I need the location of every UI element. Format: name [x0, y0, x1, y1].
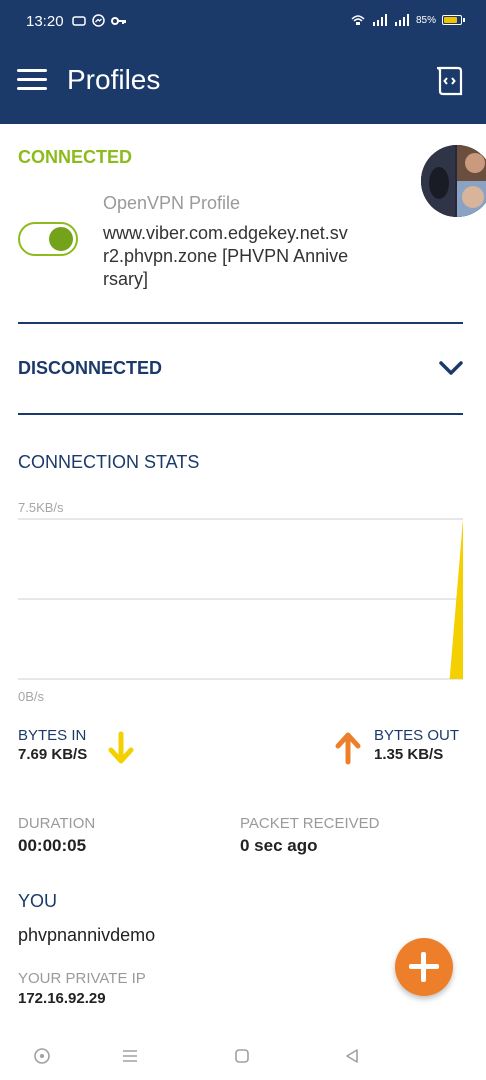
status-time: 13:20 [26, 13, 64, 30]
home-nav-icon[interactable] [232, 1046, 252, 1066]
connection-stats-heading: CONNECTION STATS [18, 452, 200, 472]
assistant-icon[interactable] [32, 1046, 52, 1066]
import-profile-icon[interactable] [434, 65, 464, 97]
notification-icons [72, 14, 127, 27]
private-ip-label: YOUR PRIVATE IP [18, 970, 146, 987]
bytes-out-value: 1.35 KB/S [374, 746, 444, 763]
avatar[interactable] [421, 145, 486, 217]
toggle-knob [49, 227, 73, 251]
connected-heading: CONNECTED [18, 147, 133, 167]
divider [18, 322, 463, 324]
battery-percent: 85% [415, 14, 436, 26]
arrow-down-icon [108, 731, 134, 764]
packet-received-value: 0 sec ago [240, 836, 318, 855]
bytes-in-value: 7.69 KB/S [18, 746, 88, 763]
profile-name[interactable]: www.viber.com.edgekey.net.svr2.phvpn.zon… [103, 222, 353, 291]
divider [18, 413, 463, 415]
battery-icon [442, 15, 465, 25]
system-icons: 85% [350, 14, 465, 26]
private-ip-value: 172.16.92.29 [18, 990, 106, 1007]
hamburger-menu-icon[interactable] [17, 69, 47, 93]
profile-type: OpenVPN Profile [103, 193, 241, 213]
system-nav-bar [0, 1030, 486, 1080]
signal-icon-2 [394, 14, 409, 26]
arrow-up-icon [335, 732, 361, 765]
vpn-key-icon [111, 16, 126, 25]
bytes-out-label: BYTES OUT [374, 727, 460, 744]
chevron-down-icon[interactable] [438, 359, 464, 377]
bandwidth-chart: 7.5KB/s 0B/s [18, 500, 463, 703]
message-icon [72, 15, 86, 26]
y-axis-min-label: 0B/s [18, 689, 45, 703]
page-title: Profiles [67, 64, 161, 95]
signal-icon-1 [372, 14, 387, 26]
add-profile-button[interactable] [395, 938, 453, 996]
duration-value: 00:00:05 [18, 836, 87, 855]
app-bar: Profiles [0, 40, 486, 124]
you-heading: YOU [18, 891, 58, 911]
messenger-icon [92, 14, 105, 27]
bytes-in-label: BYTES IN [18, 727, 87, 744]
hotspot-icon [351, 15, 365, 25]
packet-received-label: PACKET RECEIVED [240, 815, 380, 832]
username: phvpnannivdemo [18, 925, 156, 945]
back-nav-icon[interactable] [342, 1046, 362, 1066]
disconnected-heading[interactable]: DISCONNECTED [18, 358, 162, 379]
menu-nav-icon[interactable] [120, 1046, 140, 1066]
y-axis-max-label: 7.5KB/s [18, 500, 64, 515]
connection-toggle[interactable] [18, 222, 78, 256]
status-bar: 13:20 85% [0, 0, 486, 40]
duration-label: DURATION [18, 815, 96, 832]
